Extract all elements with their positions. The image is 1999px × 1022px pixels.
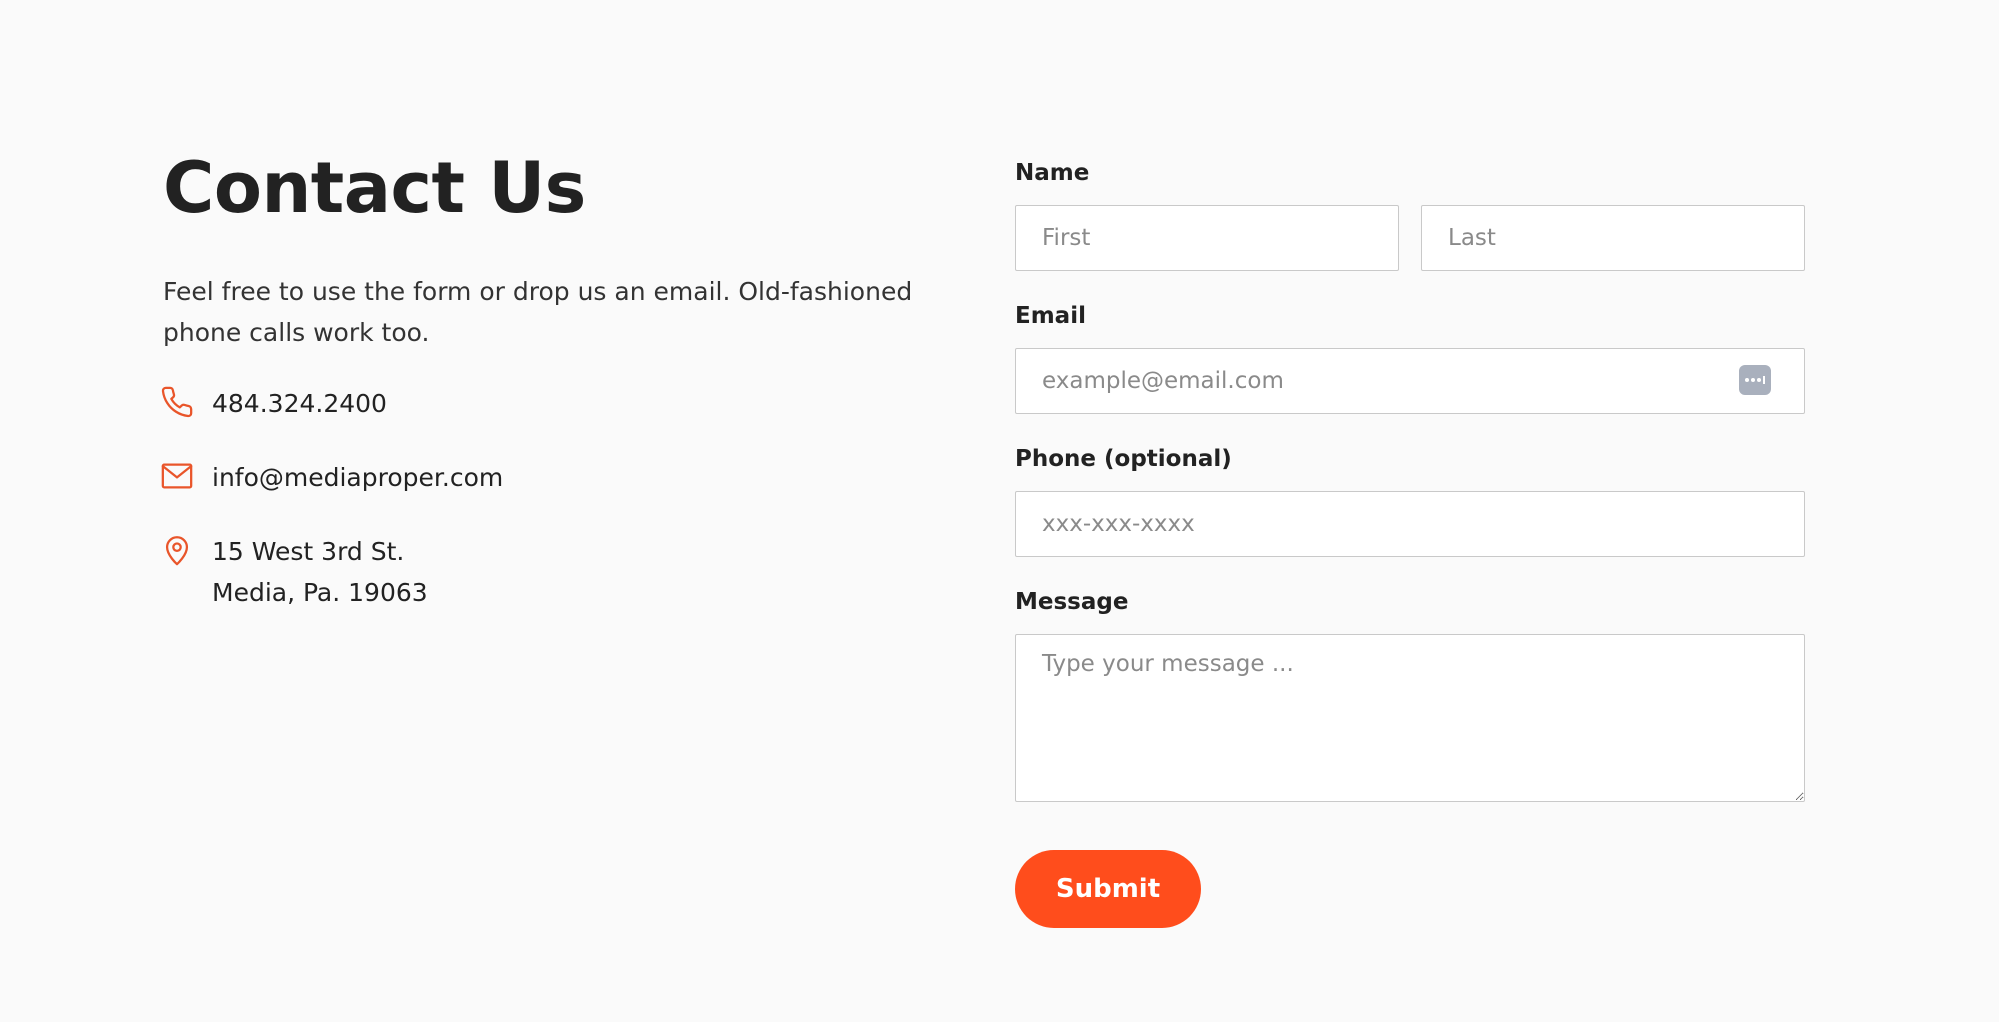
contact-address: 15 West 3rd St. Media, Pa. 19063 (163, 531, 933, 613)
first-name-input[interactable] (1015, 205, 1399, 271)
contact-phone: 484.324.2400 (160, 383, 933, 424)
last-name-input[interactable] (1421, 205, 1805, 271)
address-line-2: Media, Pa. 19063 (212, 578, 428, 607)
address-line-1: 15 West 3rd St. (212, 537, 405, 566)
message-label: Message (1015, 589, 1129, 615)
page-title: Contact Us (163, 147, 586, 229)
name-row (1015, 205, 1805, 271)
contact-info-section: Contact Us Feel free to use the form or … (160, 147, 933, 646)
intro-text: Feel free to use the form or drop us an … (163, 277, 913, 347)
phone-icon (160, 385, 194, 419)
phone-input[interactable] (1015, 491, 1805, 557)
email-link[interactable]: info@mediaproper.com (212, 457, 503, 498)
submit-button[interactable]: Submit (1015, 850, 1201, 928)
address-block: 15 West 3rd St. Media, Pa. 19063 (212, 531, 428, 613)
mail-icon (160, 459, 194, 493)
contact-details-list: 484.324.2400 info@mediaproper.com 15 Wes… (160, 383, 933, 613)
contact-email: info@mediaproper.com (160, 457, 933, 498)
message-textarea[interactable] (1015, 634, 1805, 802)
phone-field-group: Phone (optional) (1015, 444, 1805, 557)
message-field-group: Message (1015, 587, 1805, 806)
email-field-group: Email (1015, 301, 1805, 414)
location-pin-icon (160, 533, 194, 567)
contact-form: Name Email Phone (optional) Message (1015, 158, 1805, 928)
email-input-wrapper (1015, 348, 1805, 414)
email-input[interactable] (1015, 348, 1805, 414)
name-label: Name (1015, 160, 1090, 186)
phone-link[interactable]: 484.324.2400 (212, 383, 387, 424)
password-manager-icon[interactable] (1739, 365, 1771, 395)
name-field-group: Name (1015, 158, 1805, 271)
email-label: Email (1015, 303, 1086, 329)
phone-label: Phone (optional) (1015, 446, 1232, 472)
